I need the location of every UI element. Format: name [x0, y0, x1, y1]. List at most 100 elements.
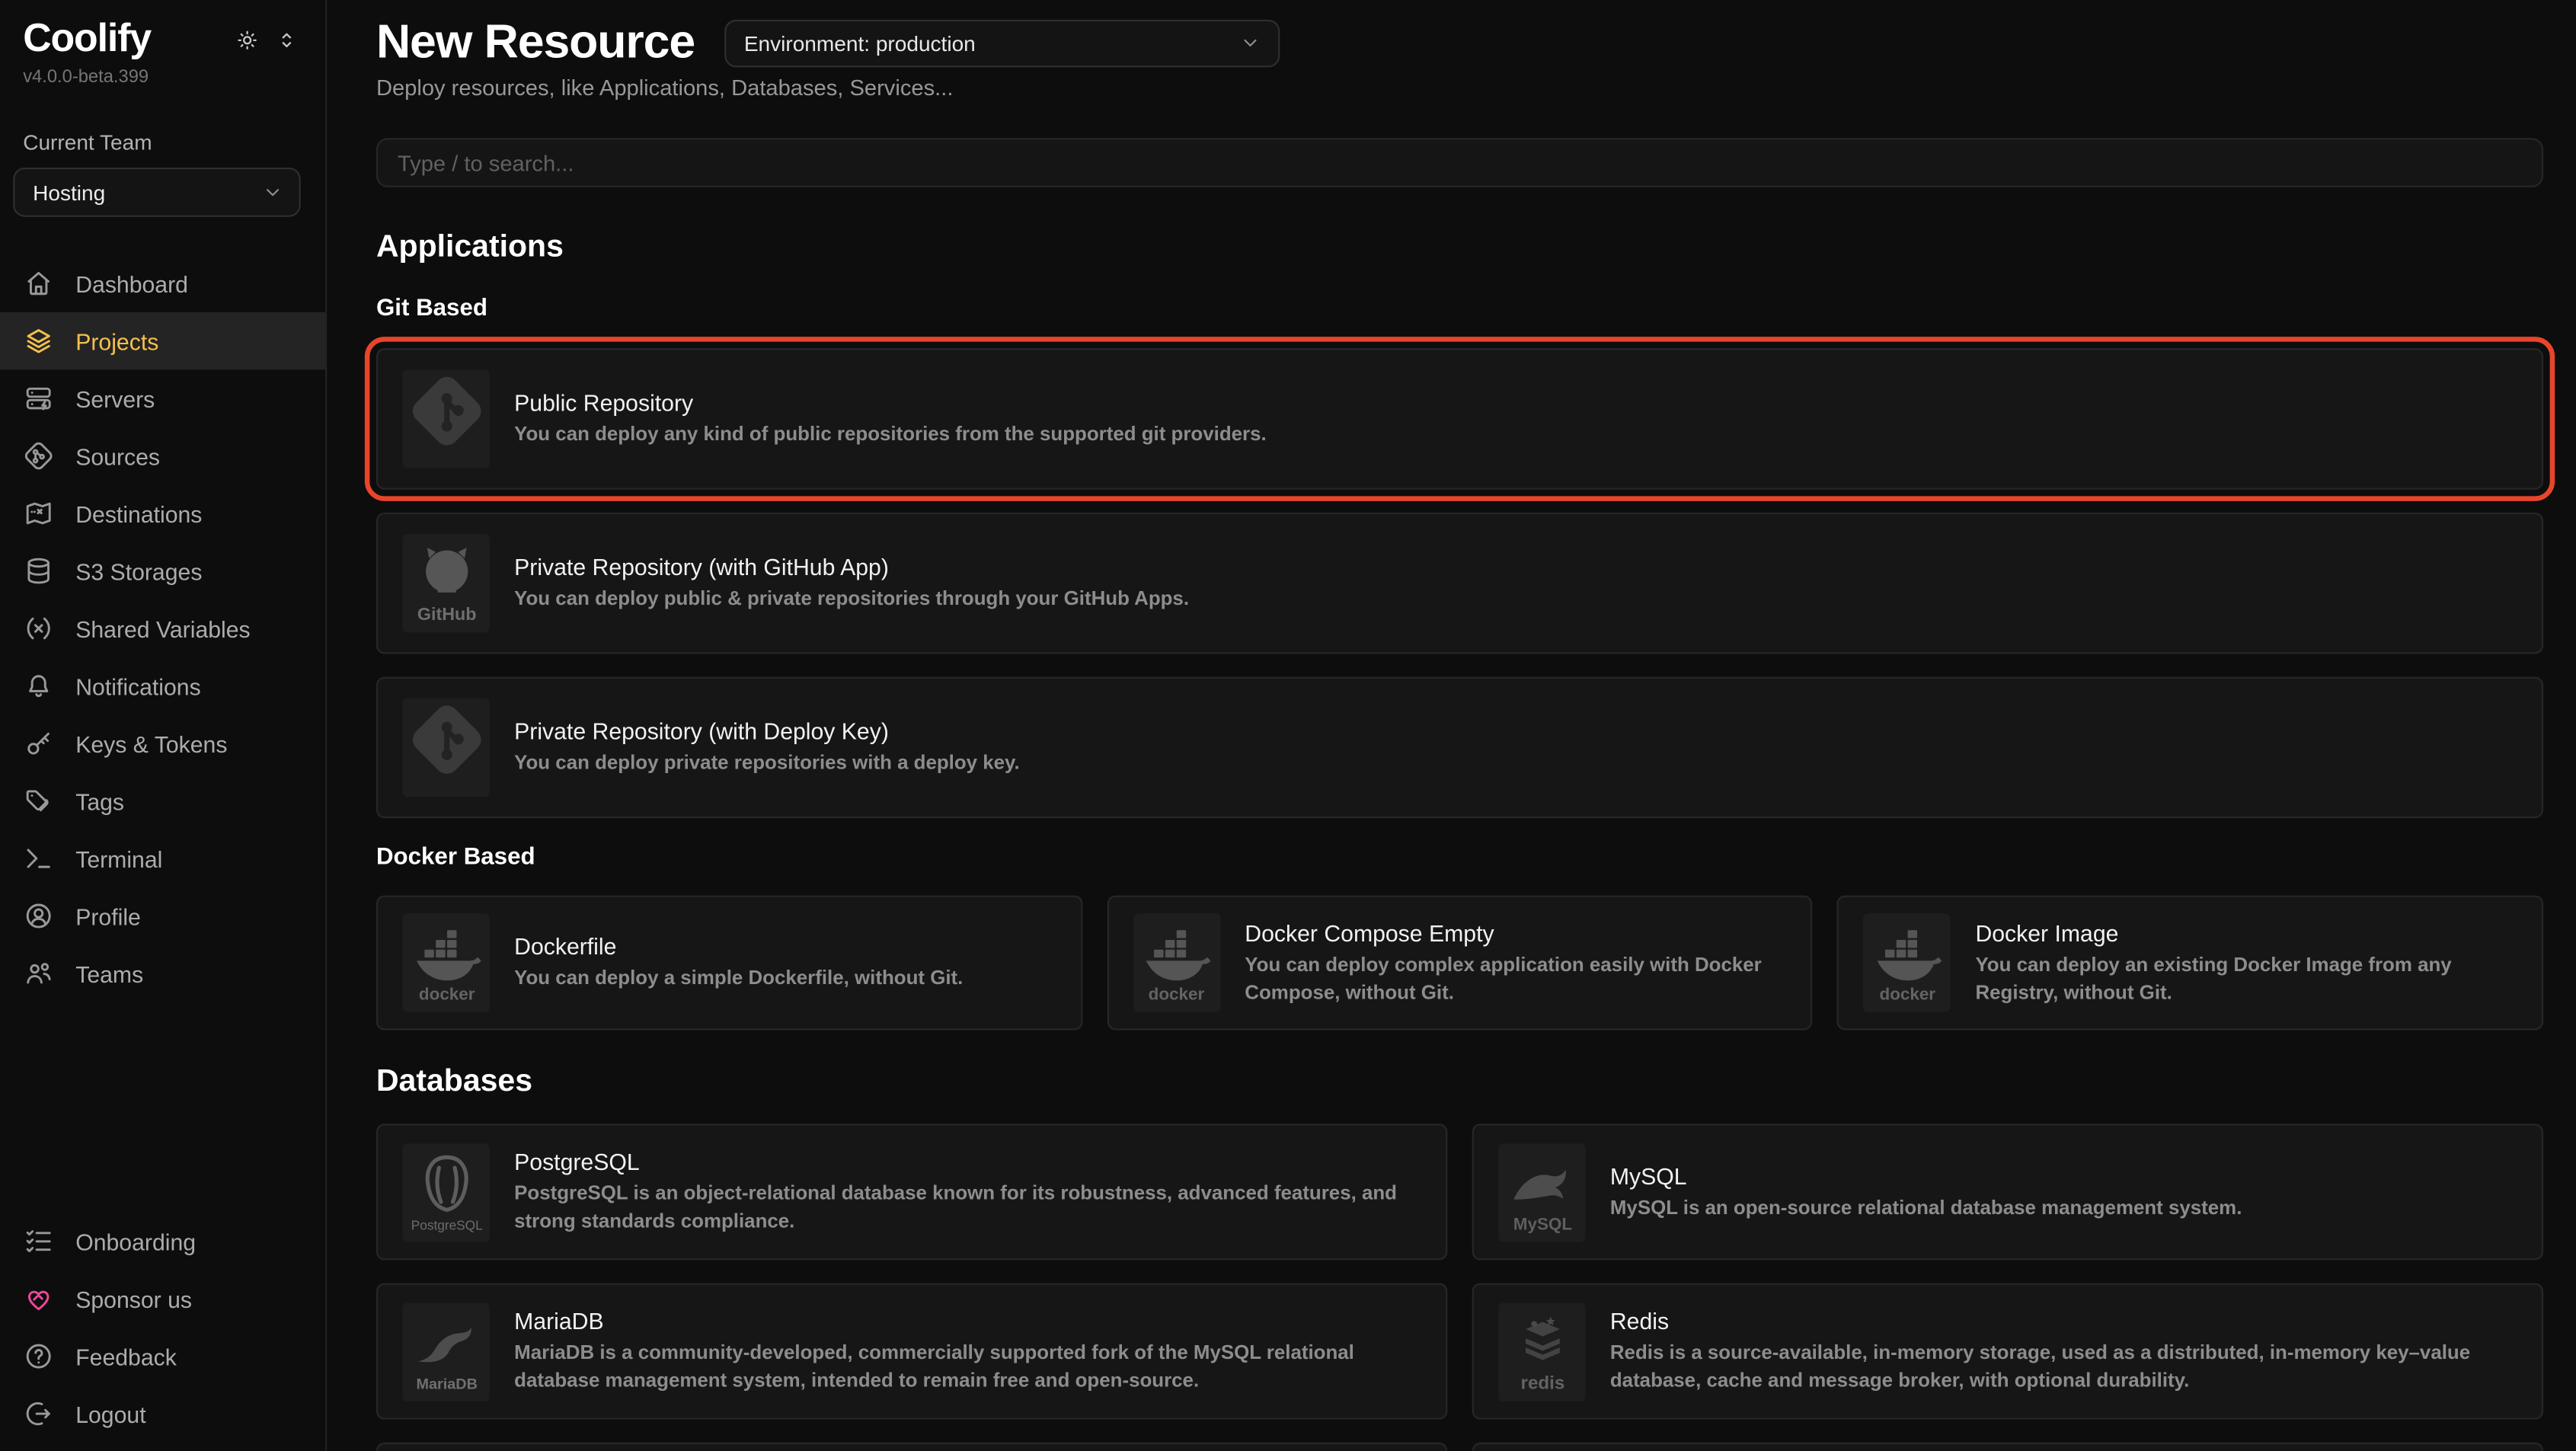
environment-select[interactable]: Environment: production: [724, 19, 1280, 67]
resource-card-partial[interactable]: [376, 1443, 1447, 1451]
resource-card-dockerfile[interactable]: docker Dockerfile You can deploy a simpl…: [376, 896, 1082, 1031]
git-branch-icon: [23, 440, 54, 471]
sidebar-item-dashboard[interactable]: Dashboard: [0, 254, 325, 312]
card-description: MySQL is an open-source relational datab…: [1610, 1194, 2242, 1221]
sidebar-item-profile[interactable]: Profile: [0, 887, 325, 944]
heart-hands-icon: [23, 1283, 54, 1315]
sidebar-item-feedback[interactable]: Feedback: [0, 1328, 325, 1385]
sidebar-item-shared-variables[interactable]: Shared Variables: [0, 599, 325, 657]
resource-card-private-repo-github-app[interactable]: GitHub Private Repository (with GitHub A…: [376, 513, 2543, 654]
current-team-label: Current Team: [0, 87, 325, 154]
sidebar-item-label: Logout: [75, 1401, 145, 1427]
resource-card-docker-compose-empty[interactable]: docker Docker Compose Empty You can depl…: [1107, 896, 1813, 1031]
sidebar-item-notifications[interactable]: Notifications: [0, 657, 325, 714]
main-content: New Resource Environment: production Dep…: [327, 0, 2576, 1451]
sidebar-item-label: Sources: [75, 443, 160, 469]
sidebar-item-label: Projects: [75, 328, 158, 354]
git-icon: [402, 698, 489, 797]
sidebar-item-label: Profile: [75, 903, 141, 929]
applications-heading: Applications: [376, 229, 2543, 267]
sidebar-item-servers[interactable]: Servers: [0, 369, 325, 427]
question-circle-icon: [23, 1341, 54, 1372]
sidebar-item-keys-tokens[interactable]: Keys & Tokens: [0, 714, 325, 772]
card-title: Docker Compose Empty: [1245, 919, 1782, 946]
layers-icon: [23, 325, 54, 356]
sidebar-item-s3-storages[interactable]: S3 Storages: [0, 542, 325, 599]
sidebar-item-tags[interactable]: Tags: [0, 772, 325, 829]
sidebar-item-label: Servers: [75, 385, 155, 412]
resource-card-mariadb[interactable]: MariaDB MariaDB MariaDB is a community-d…: [376, 1283, 1447, 1420]
database-icon: [23, 555, 54, 586]
card-description: PostgreSQL is an object-relational datab…: [514, 1180, 1416, 1235]
svg-text:docker: docker: [1149, 984, 1205, 1003]
svg-text:docker: docker: [1879, 984, 1935, 1003]
card-title: MariaDB: [514, 1308, 1416, 1334]
sidebar-item-label: S3 Storages: [75, 558, 202, 584]
app-logo[interactable]: Coolify: [23, 17, 151, 62]
theme-toggle-sun-icon[interactable]: [235, 27, 259, 52]
sidebar-item-sponsor-us[interactable]: Sponsor us: [0, 1270, 325, 1327]
chevron-down-icon: [261, 181, 284, 203]
sidebar-item-logout[interactable]: Logout: [0, 1385, 325, 1442]
checklist-icon: [23, 1226, 54, 1257]
sidebar: Coolify v4.0.0-beta.399 Current Team Hos…: [0, 0, 327, 1451]
servers-icon: [23, 383, 54, 414]
card-description: You can deploy complex application easil…: [1245, 951, 1782, 1005]
sidebar-item-label: Shared Variables: [75, 615, 250, 642]
sidebar-item-label: Sponsor us: [75, 1286, 192, 1312]
git-icon: [402, 369, 489, 468]
resource-card-docker-image[interactable]: docker Docker Image You can deploy an ex…: [1837, 896, 2543, 1031]
resource-card-mysql[interactable]: MySQL MySQL MySQL is an open-source rela…: [1472, 1123, 2543, 1260]
chevrons-up-down-icon[interactable]: [274, 27, 299, 52]
tags-icon: [23, 785, 54, 817]
sidebar-item-label: Onboarding: [75, 1228, 196, 1254]
page-title: New Resource: [376, 15, 695, 69]
github-icon: GitHub: [402, 534, 489, 632]
svg-text:MariaDB: MariaDB: [415, 1375, 476, 1392]
mariadb-icon: MariaDB: [402, 1302, 489, 1400]
search-input[interactable]: [376, 138, 2543, 187]
resource-card-redis[interactable]: redis Redis Redis is a source-available,…: [1472, 1283, 2543, 1420]
page-subtitle: Deploy resources, like Applications, Dat…: [376, 75, 2543, 105]
card-title: PostgreSQL: [514, 1149, 1416, 1175]
sidebar-item-label: Teams: [75, 960, 143, 987]
docker-based-heading: Docker Based: [376, 845, 2543, 873]
resource-card-partial[interactable]: [1472, 1443, 2543, 1451]
card-title: MySQL: [1610, 1162, 2242, 1189]
card-title: Docker Image: [1975, 919, 2512, 946]
sidebar-item-label: Destinations: [75, 500, 202, 527]
sidebar-item-label: Dashboard: [75, 270, 188, 297]
sidebar-item-projects[interactable]: Projects: [0, 312, 325, 369]
terminal-icon: [23, 843, 54, 874]
resource-card-private-repo-deploy-key[interactable]: Private Repository (with Deploy Key) You…: [376, 677, 2543, 819]
docker-icon: docker: [402, 913, 489, 1012]
team-select[interactable]: Hosting: [13, 168, 300, 217]
card-title: Dockerfile: [514, 933, 963, 960]
card-description: You can deploy any kind of public reposi…: [514, 420, 1267, 448]
resource-card-postgresql[interactable]: PostgreSQL PostgreSQL PostgreSQL is an o…: [376, 1123, 1447, 1260]
sidebar-item-onboarding[interactable]: Onboarding: [0, 1213, 325, 1270]
sidebar-item-terminal[interactable]: Terminal: [0, 829, 325, 887]
users-icon: [23, 958, 54, 989]
sidebar-item-teams[interactable]: Teams: [0, 944, 325, 1002]
user-circle-icon: [23, 900, 54, 932]
card-title: Private Repository (with GitHub App): [514, 554, 1189, 580]
bell-icon: [23, 670, 54, 702]
logout-icon: [23, 1398, 54, 1430]
sidebar-item-destinations[interactable]: Destinations: [0, 484, 325, 542]
sidebar-item-sources[interactable]: Sources: [0, 427, 325, 484]
environment-select-value: Environment: production: [744, 30, 976, 55]
coolify-app-window: Coolify v4.0.0-beta.399 Current Team Hos…: [0, 0, 2576, 1451]
home-icon: [23, 268, 54, 299]
docker-icon: docker: [1864, 913, 1951, 1012]
card-description: You can deploy public & private reposito…: [514, 585, 1189, 612]
resource-card-public-repository[interactable]: Public Repository You can deploy any kin…: [376, 348, 2543, 490]
card-description: Redis is a source-available, in-memory s…: [1610, 1339, 2512, 1394]
svg-text:docker: docker: [418, 984, 475, 1003]
svg-text:redis: redis: [1520, 1372, 1564, 1392]
sidebar-item-label: Terminal: [75, 845, 162, 872]
sidebar-nav: Dashboard Projects Servers Sources Desti…: [0, 254, 325, 1002]
card-description: You can deploy an existing Docker Image …: [1975, 951, 2512, 1005]
variables-icon: [23, 613, 54, 644]
app-version: v4.0.0-beta.399: [0, 62, 325, 87]
